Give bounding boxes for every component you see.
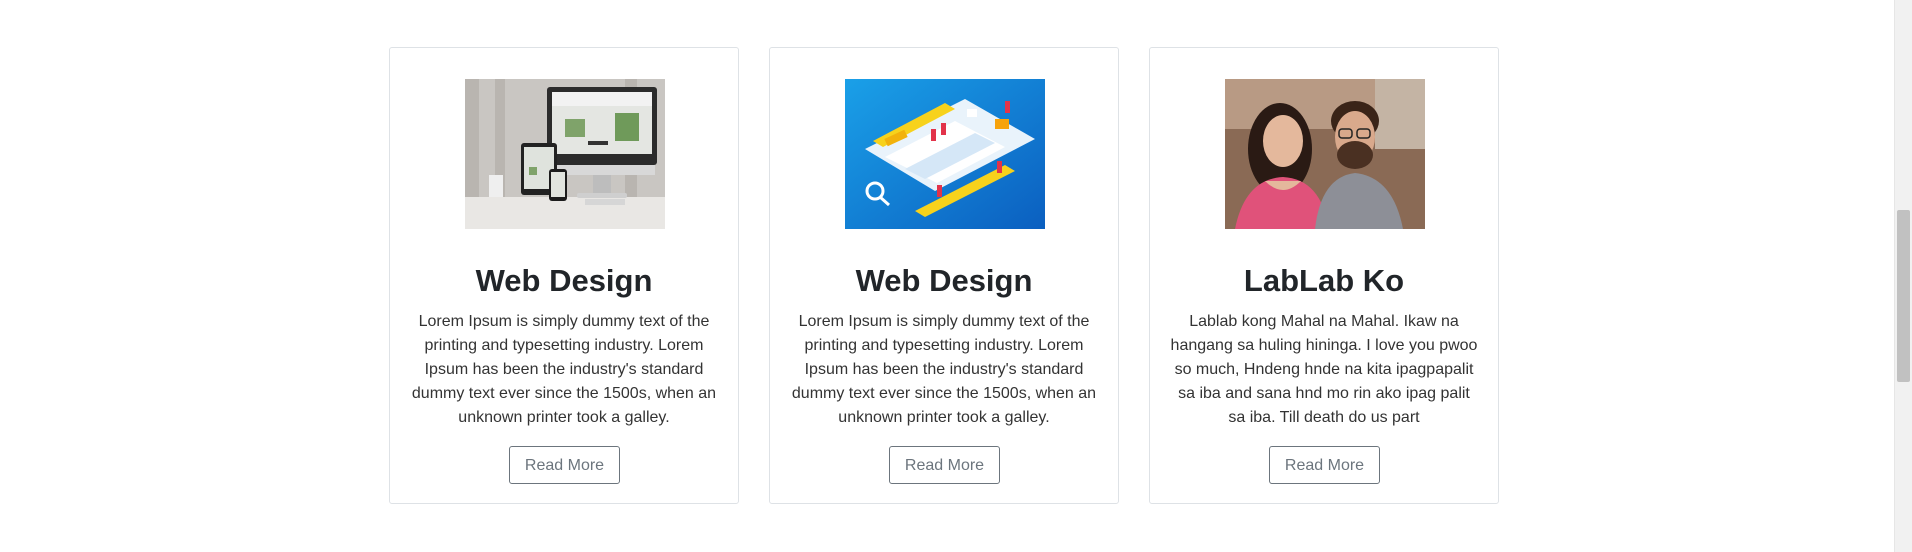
vertical-scrollbar[interactable] [1894, 0, 1912, 552]
scrollbar-thumb[interactable] [1897, 210, 1910, 382]
read-more-button[interactable]: Read More [509, 446, 620, 484]
card-text: Lorem Ipsum is simply dummy text of the … [791, 313, 1097, 426]
card-web-design-2: Web Design Lorem Ipsum is simply dummy t… [769, 47, 1119, 504]
page: Web Design Lorem Ipsum is simply dummy t… [0, 0, 1912, 552]
card-lablab-ko: LabLab Ko Lablab kong Mahal na Mahal. Ik… [1149, 47, 1499, 504]
card-title: Web Design [475, 263, 653, 298]
card-text: Lablab kong Mahal na Mahal. Ikaw na hang… [1170, 313, 1478, 426]
card-title: Web Design [855, 263, 1033, 298]
responsive-devices-image [465, 79, 665, 229]
read-more-button[interactable]: Read More [889, 446, 1000, 484]
card-image [465, 79, 665, 229]
card-image [1225, 79, 1425, 229]
card-web-design-1: Web Design Lorem Ipsum is simply dummy t… [389, 47, 739, 504]
read-more-button[interactable]: Read More [1269, 446, 1380, 484]
couple-photo-image [1225, 79, 1425, 229]
card-text: Lorem Ipsum is simply dummy text of the … [411, 313, 717, 426]
card-row: Web Design Lorem Ipsum is simply dummy t… [389, 47, 1499, 504]
card-image [845, 79, 1045, 229]
card-title: LabLab Ko [1243, 263, 1405, 298]
isometric-web-design-image [845, 79, 1045, 229]
